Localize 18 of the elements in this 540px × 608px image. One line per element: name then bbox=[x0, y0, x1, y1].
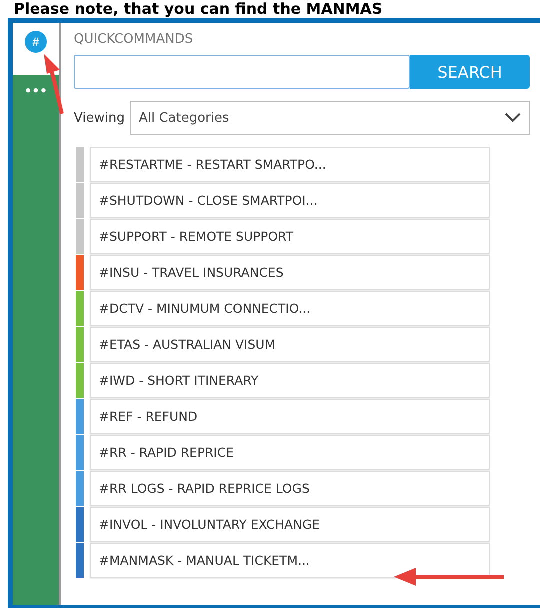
command-item[interactable]: #SUPPORT - REMOTE SUPPORT bbox=[90, 219, 490, 254]
command-item[interactable]: #ETAS - AUSTRALIAN VISUM bbox=[90, 327, 490, 362]
command-item[interactable]: #INSU - TRAVEL INSURANCES bbox=[90, 255, 490, 290]
chevron-down-icon bbox=[505, 113, 521, 123]
category-dropdown[interactable]: All Categories bbox=[130, 101, 530, 135]
search-field[interactable] bbox=[74, 55, 410, 89]
command-item[interactable]: #RESTARTME - RESTART SMARTPO... bbox=[90, 147, 490, 182]
more-tab[interactable]: ••• bbox=[22, 83, 50, 99]
command-item[interactable]: #REF - REFUND bbox=[90, 399, 490, 434]
filter-label: Viewing bbox=[74, 110, 125, 126]
command-item[interactable]: #RR LOGS - RAPID REPRICE LOGS bbox=[90, 471, 490, 506]
command-item[interactable]: #DCTV - MINUMUM CONNECTIO... bbox=[90, 291, 490, 326]
caption-text: Please note, that you can find the MANMAS bbox=[13, 0, 383, 18]
command-item[interactable]: #SHUTDOWN - CLOSE SMARTPOI... bbox=[90, 183, 490, 218]
command-item[interactable]: #INVOL - INVOLUNTARY EXCHANGE bbox=[90, 507, 490, 542]
command-item[interactable]: #RR - RAPID REPRICE bbox=[90, 435, 490, 470]
panel-title: QUICKCOMMANDS bbox=[74, 31, 194, 49]
command-item[interactable]: #IWD - SHORT ITINERARY bbox=[90, 363, 490, 398]
